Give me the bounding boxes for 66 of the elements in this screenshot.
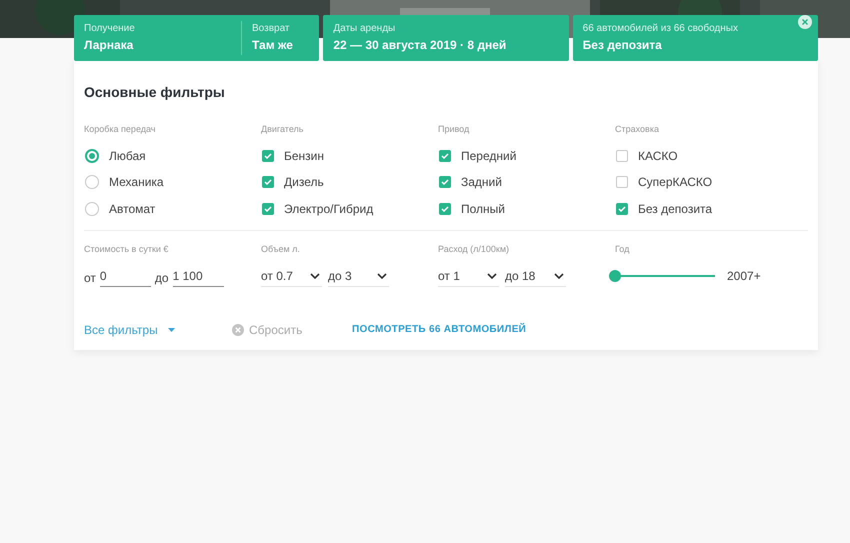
chevron-down-icon xyxy=(377,272,387,278)
option-label: Задний xyxy=(461,174,502,192)
option-label: Автомат xyxy=(109,200,156,218)
option-label: СуперКАСКО xyxy=(638,174,712,192)
option-label: Дизель xyxy=(284,174,324,192)
check-icon xyxy=(441,179,449,186)
group-title: Двигатель xyxy=(261,123,304,136)
slider-value: 2007+ xyxy=(727,268,761,284)
checkbox[interactable] xyxy=(262,150,274,162)
checkbox[interactable] xyxy=(616,176,628,188)
field-label: Возврат xyxy=(252,22,290,36)
field-label: Получение xyxy=(84,22,136,36)
field-value: Ларнака xyxy=(84,37,134,54)
checkbox[interactable] xyxy=(262,202,274,215)
option-label: Электро/Гибрид xyxy=(284,200,374,218)
option-label: Любая xyxy=(109,148,146,165)
check-icon xyxy=(264,206,272,212)
field-label: Даты аренды xyxy=(333,22,396,36)
option-label: Без депозита xyxy=(638,200,712,218)
option-label: Механика xyxy=(109,174,164,192)
slider-thumb[interactable] xyxy=(609,270,621,282)
check-icon xyxy=(264,152,272,159)
option-label: Полный xyxy=(461,200,505,218)
group-title: Страховка xyxy=(615,123,660,136)
range-title: Расход (л/100км) xyxy=(438,243,510,256)
dropdown[interactable]: от 0.7 xyxy=(261,266,322,286)
dropdown[interactable]: до 3 xyxy=(328,266,389,286)
option-label: Бензин xyxy=(284,148,324,165)
option-label: Передний xyxy=(461,148,516,165)
close-icon xyxy=(232,324,244,336)
chevron-down-icon xyxy=(554,272,564,278)
field-value: 22 — 30 августа 2019 · 8 дней xyxy=(333,37,508,54)
radio-button[interactable] xyxy=(85,202,99,216)
range-title: Стоимость в сутки € xyxy=(84,243,170,256)
radio-button[interactable] xyxy=(85,148,99,163)
range-title: Год xyxy=(615,243,630,256)
prefix-label: от xyxy=(84,270,96,286)
checkbox[interactable] xyxy=(439,176,451,188)
group-title: Привод xyxy=(438,123,470,136)
check-icon xyxy=(441,206,449,212)
clear-button[interactable] xyxy=(798,15,812,29)
field-value: Там же xyxy=(252,37,294,54)
range-title: Объем л. xyxy=(261,243,301,256)
checkbox[interactable] xyxy=(616,202,628,215)
check-icon xyxy=(441,152,449,159)
check-icon xyxy=(618,206,626,212)
input-field[interactable]: 0 xyxy=(100,266,151,286)
input-field[interactable]: 1 100 xyxy=(172,266,224,286)
checkbox[interactable] xyxy=(616,150,628,162)
checkbox[interactable] xyxy=(262,176,274,188)
chevron-down-icon xyxy=(310,272,320,278)
option-label: КАСКО xyxy=(638,148,678,165)
radio-button[interactable] xyxy=(85,175,99,190)
close-icon xyxy=(802,19,808,25)
caret-icon xyxy=(168,328,175,332)
checkbox[interactable] xyxy=(439,150,451,162)
field-label: 66 автомобилей из 66 свободных xyxy=(582,22,739,36)
group-title: Коробка передач xyxy=(84,123,156,136)
checkbox[interactable] xyxy=(439,202,451,215)
panel-title: Основные фильтры xyxy=(84,83,226,102)
check-icon xyxy=(264,179,272,186)
dropdown[interactable]: до 18 xyxy=(505,266,566,286)
chevron-down-icon xyxy=(487,272,497,278)
dropdown[interactable]: от 1 xyxy=(438,266,499,286)
field-value: Без депозита xyxy=(582,37,663,54)
prefix-label: до xyxy=(154,270,169,286)
